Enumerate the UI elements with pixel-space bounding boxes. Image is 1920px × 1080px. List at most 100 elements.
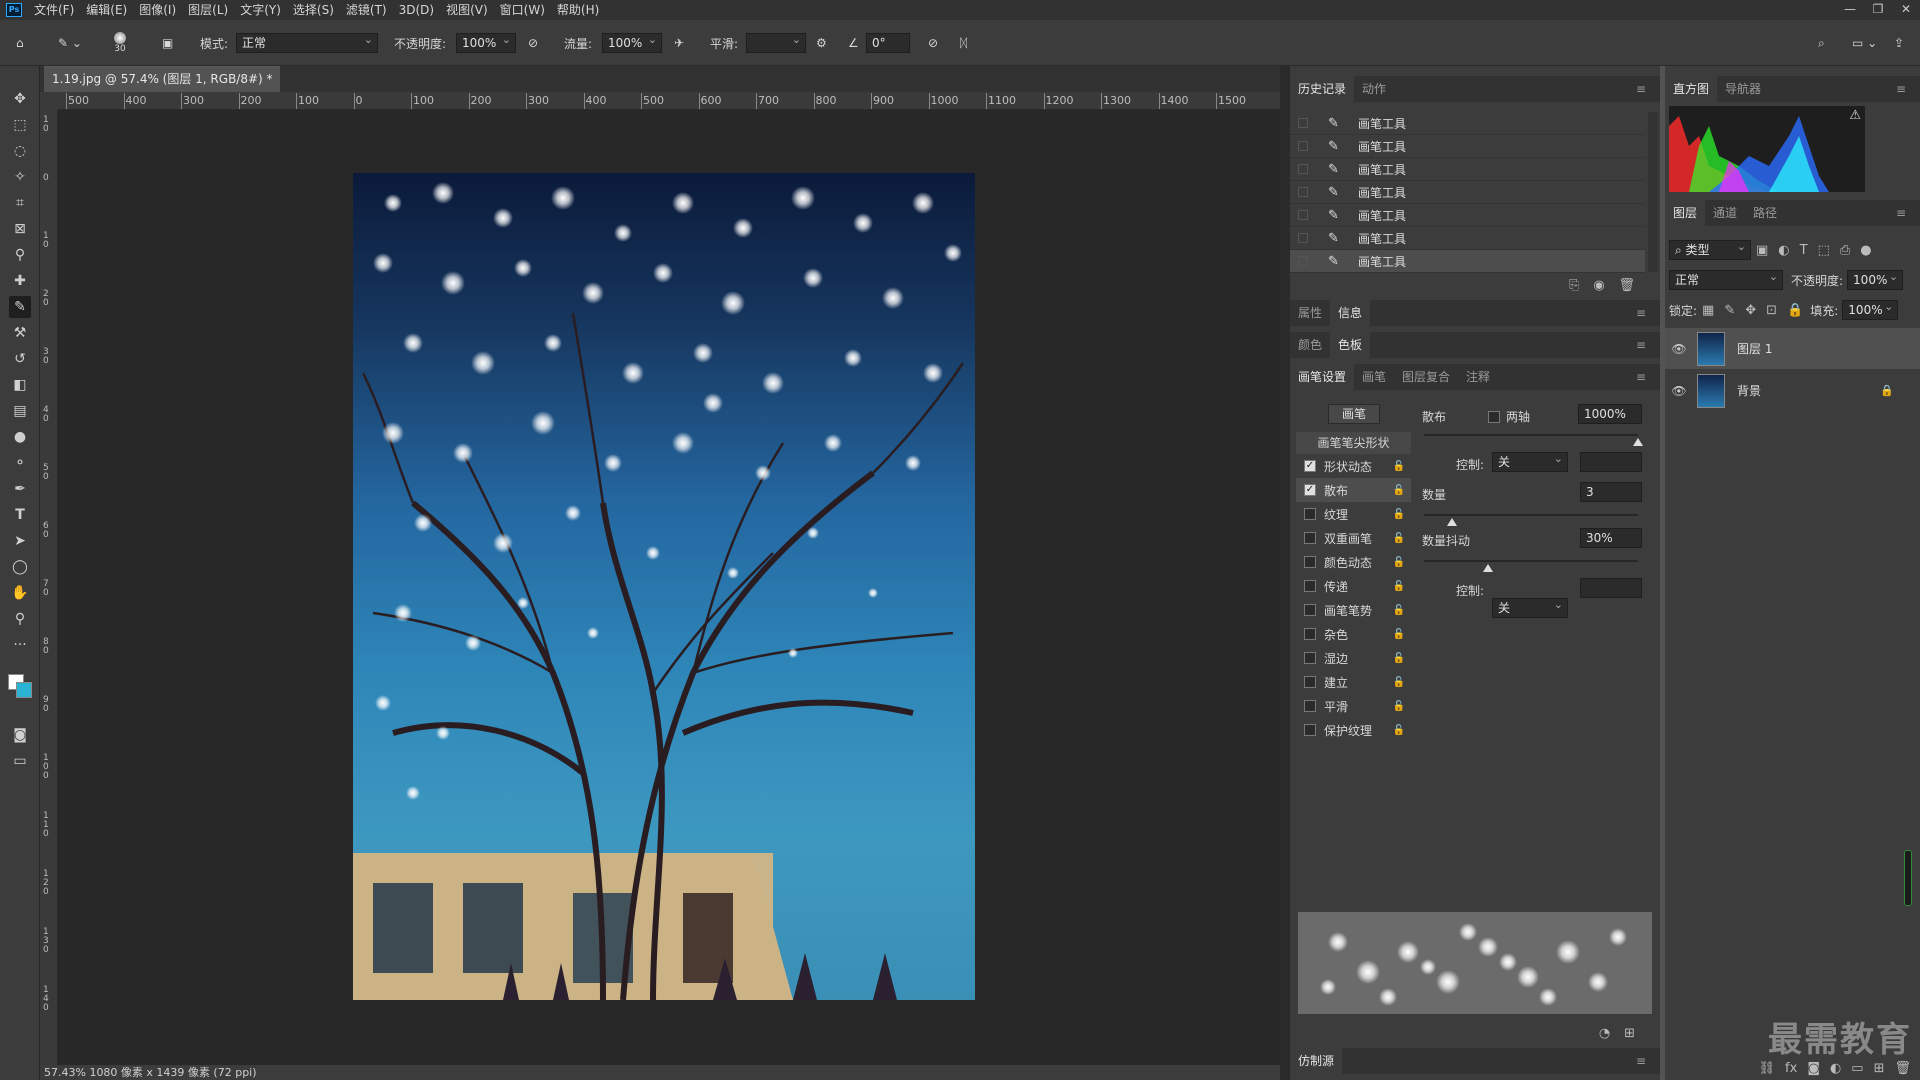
blend-mode-select[interactable]: 正常 <box>1669 268 1783 290</box>
history-item[interactable]: ✎ 画笔工具 <box>1290 112 1645 135</box>
history-item[interactable]: ✎ 画笔工具 <box>1290 158 1645 181</box>
tab-channels[interactable]: 通道 <box>1705 200 1745 226</box>
brush-option-4[interactable]: 颜色动态 🔓 <box>1296 550 1411 574</box>
create-new-brush-icon[interactable]: ⊞ <box>1624 1026 1635 1041</box>
move-tool-icon[interactable]: ✥ <box>9 88 31 110</box>
clone-source-menu-icon[interactable]: ≡ <box>1628 1048 1654 1074</box>
brush-option-2[interactable]: 纹理 🔓 <box>1296 502 1411 526</box>
trash-icon[interactable]: 🗑 <box>1894 1061 1911 1076</box>
brush-option-checkbox[interactable] <box>1304 604 1316 616</box>
lasso-tool-icon[interactable]: ◌ <box>9 140 31 162</box>
brush-option-9[interactable]: 建立 🔓 <box>1296 670 1411 694</box>
document-tab[interactable]: 1.19.jpg @ 57.4% (图层 1, RGB/8#) * × <box>44 66 280 110</box>
more-tools-icon[interactable]: ··· <box>9 634 31 656</box>
brush-settings-menu-icon[interactable]: ≡ <box>1628 364 1654 390</box>
brush-option-checkbox[interactable] <box>1304 652 1316 664</box>
menu-help[interactable]: 帮助(H) <box>551 0 605 20</box>
snapshot-icon[interactable]: ◉ <box>1593 278 1604 293</box>
tab-brush-settings[interactable]: 画笔设置 <box>1290 364 1355 390</box>
close-button[interactable]: ✕ <box>1892 0 1920 20</box>
mode-select[interactable]: 正常 <box>236 31 378 53</box>
tab-properties[interactable]: 属性 <box>1290 300 1330 326</box>
history-item[interactable]: ✎ 画笔工具 <box>1290 204 1645 227</box>
lock-icon[interactable]: 🔓 <box>1393 653 1405 664</box>
brush-option-checkbox[interactable] <box>1304 556 1316 568</box>
path-select-tool-icon[interactable]: ➤ <box>9 530 31 552</box>
tab-navigator[interactable]: 导航器 <box>1717 76 1769 102</box>
tab-clone-source[interactable]: 仿制源 <box>1290 1048 1343 1074</box>
new-document-from-state-icon[interactable]: ⎘ <box>1569 278 1579 293</box>
eraser-tool-icon[interactable]: ◧ <box>9 374 31 396</box>
menu-select[interactable]: 选择(S) <box>287 0 340 20</box>
link-layers-icon[interactable]: ⛓ <box>1759 1061 1776 1076</box>
new-layer-icon[interactable]: ⊞ <box>1874 1061 1885 1076</box>
count-jitter-slider-handle[interactable] <box>1483 564 1494 572</box>
brush-option-checkbox[interactable] <box>1304 700 1316 712</box>
history-item[interactable]: ✎ 画笔工具 <box>1290 181 1645 204</box>
screen-mode-icon[interactable]: ▭ <box>9 750 31 772</box>
properties-menu-icon[interactable]: ≡ <box>1628 300 1654 326</box>
filter-toggle-icon[interactable]: ● <box>1860 243 1871 258</box>
history-brush-tool-icon[interactable]: ↺ <box>9 348 31 370</box>
angle-input[interactable]: 0° <box>866 33 910 53</box>
control2-extra-input[interactable] <box>1580 578 1642 598</box>
brush-option-checkbox[interactable] <box>1304 580 1316 592</box>
lock-transparent-icon[interactable]: ▦ <box>1702 303 1714 318</box>
symmetry-icon[interactable]: ᛞ <box>960 20 967 66</box>
dodge-tool-icon[interactable]: ⚬ <box>9 452 31 474</box>
marquee-tool-icon[interactable]: ⬚ <box>9 114 31 136</box>
lock-icon[interactable]: 🔓 <box>1393 533 1405 544</box>
restore-button[interactable]: ❐ <box>1864 0 1892 20</box>
scatter-value-input[interactable]: 1000% <box>1578 404 1642 424</box>
count-input[interactable]: 3 <box>1580 482 1642 502</box>
brush-option-5[interactable]: 传递 🔓 <box>1296 574 1411 598</box>
frame-tool-icon[interactable]: ⊠ <box>9 218 31 240</box>
eyedropper-tool-icon[interactable]: ⚲ <box>9 244 31 266</box>
both-axes-checkbox[interactable]: 两轴 <box>1488 408 1530 425</box>
search-icon[interactable]: ⌕ <box>1818 20 1825 66</box>
tab-histogram[interactable]: 直方图 <box>1665 76 1718 102</box>
lock-icon[interactable]: 🔓 <box>1393 485 1405 496</box>
gradient-tool-icon[interactable]: ▤ <box>9 400 31 422</box>
brush-option-checkbox[interactable] <box>1304 508 1316 520</box>
tab-swatches[interactable]: 色板 <box>1330 332 1371 358</box>
tab-color[interactable]: 颜色 <box>1290 332 1330 358</box>
lock-artboard-icon[interactable]: ⊡ <box>1766 303 1777 318</box>
lock-all-icon[interactable]: 🔒 <box>1787 303 1803 318</box>
brushes-button[interactable]: 画笔 <box>1328 404 1380 424</box>
lock-icon[interactable]: 🔓 <box>1393 557 1405 568</box>
menu-window[interactable]: 窗口(W) <box>494 0 551 20</box>
tab-layers[interactable]: 图层 <box>1665 200 1706 226</box>
brush-option-1[interactable]: ✓ 散布 🔓 <box>1296 478 1411 502</box>
clone-stamp-tool-icon[interactable]: ⚒ <box>9 322 31 344</box>
layer-opacity-input[interactable]: 100% <box>1847 268 1904 290</box>
lock-icon[interactable]: 🔓 <box>1393 509 1405 520</box>
share-icon[interactable]: ⇪ <box>1894 20 1904 66</box>
scatter-slider[interactable] <box>1424 434 1638 436</box>
history-item[interactable]: ✎ 画笔工具 <box>1290 135 1645 158</box>
menu-view[interactable]: 视图(V) <box>440 0 494 20</box>
document-image[interactable] <box>353 173 975 1000</box>
tab-brushes[interactable]: 画笔 <box>1354 364 1394 390</box>
brush-option-3[interactable]: 双重画笔 🔓 <box>1296 526 1411 550</box>
add-mask-icon[interactable]: ◙ <box>1807 1061 1820 1076</box>
layer-style-icon[interactable]: fx <box>1785 1061 1797 1076</box>
menu-file[interactable]: 文件(F) <box>28 0 80 20</box>
brush-option-checkbox[interactable] <box>1304 532 1316 544</box>
brush-option-7[interactable]: 杂色 🔓 <box>1296 622 1411 646</box>
menu-layer[interactable]: 图层(L) <box>182 0 234 20</box>
pen-tool-icon[interactable]: ✒ <box>9 478 31 500</box>
minimize-button[interactable]: — <box>1836 0 1864 20</box>
brush-option-checkbox[interactable] <box>1304 724 1316 736</box>
tab-paths[interactable]: 路径 <box>1745 200 1785 226</box>
menu-3d[interactable]: 3D(D) <box>393 0 440 20</box>
count-jitter-input[interactable]: 30% <box>1580 528 1642 548</box>
home-icon[interactable]: ⌂ <box>16 20 24 66</box>
healing-brush-tool-icon[interactable]: ✚ <box>9 270 31 292</box>
menu-edit[interactable]: 编辑(E) <box>80 0 133 20</box>
airbrush-icon[interactable]: ✈ <box>674 20 684 66</box>
control-select[interactable]: 关 <box>1492 450 1568 472</box>
brush-option-6[interactable]: 画笔笔势 🔓 <box>1296 598 1411 622</box>
menu-image[interactable]: 图像(I) <box>133 0 182 20</box>
type-tool-icon[interactable]: T <box>9 504 31 526</box>
